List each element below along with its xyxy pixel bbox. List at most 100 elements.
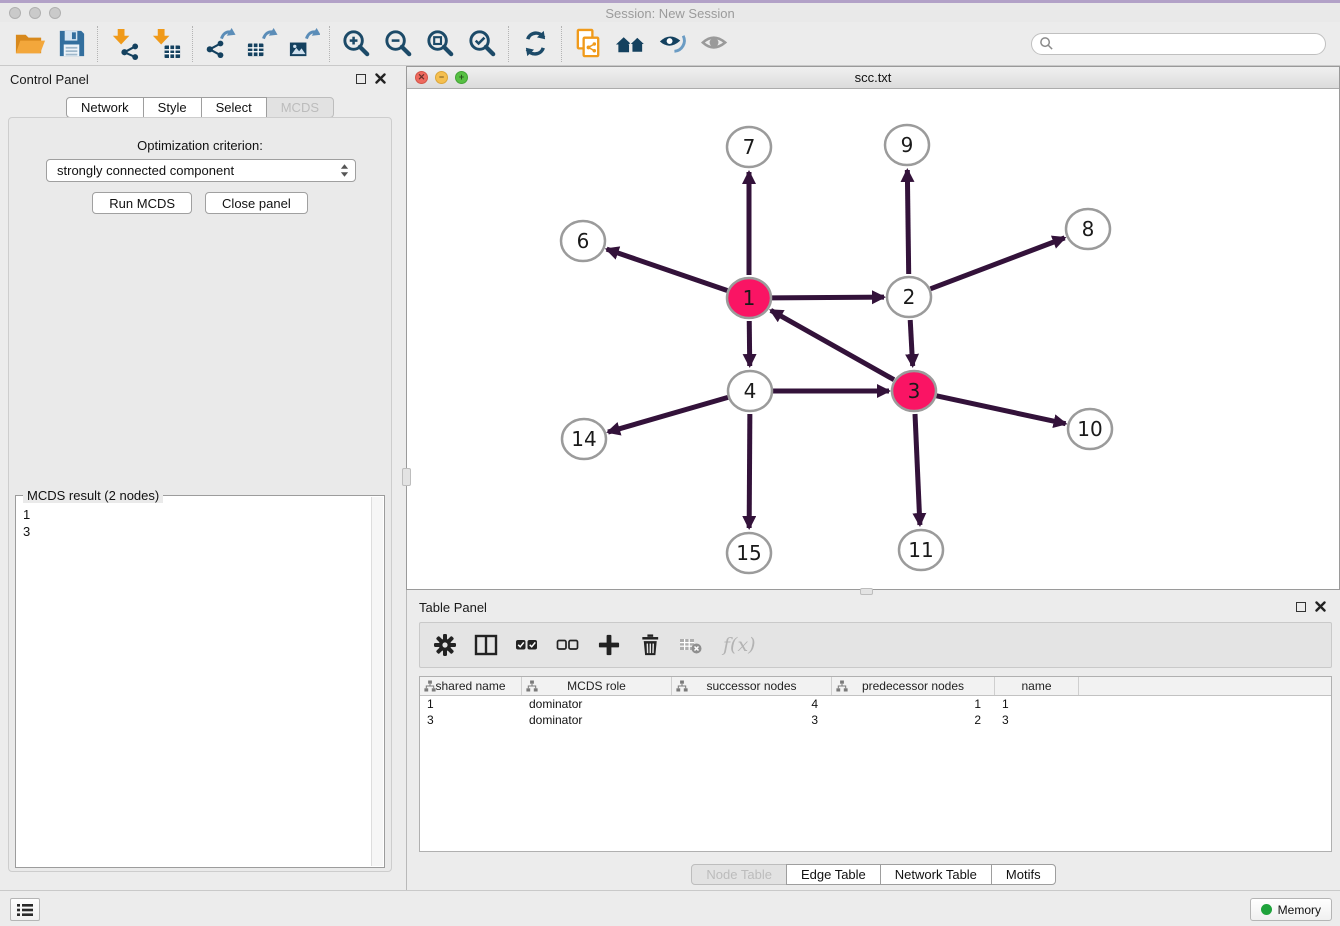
attribute-type-icon	[676, 680, 688, 692]
graph-edge-3-1[interactable]	[771, 310, 894, 379]
panel-divider-grip[interactable]	[402, 468, 411, 486]
result-scrollbar[interactable]	[371, 497, 383, 866]
graph-edge-1-6[interactable]	[607, 249, 728, 290]
cell-name[interactable]: 1	[995, 697, 1079, 711]
create-column-button[interactable]	[596, 632, 622, 658]
export-table-button[interactable]	[240, 25, 282, 63]
clone-network-button[interactable]	[567, 25, 609, 63]
graph-node-3[interactable]: 3	[892, 371, 936, 411]
network-canvas[interactable]: 7 9 6 8 1 2 4 3 14 10 15 11	[407, 89, 1339, 589]
zoom-out-icon	[382, 27, 415, 60]
graph-edge-4-14[interactable]	[608, 397, 728, 432]
save-session-button[interactable]	[50, 25, 92, 63]
zoom-in-button[interactable]	[335, 25, 377, 63]
graph-edge-3-10[interactable]	[936, 396, 1065, 424]
export-table-icon	[245, 27, 278, 60]
cell-predecessor-nodes[interactable]: 2	[832, 713, 995, 727]
close-panel-icon[interactable]	[375, 73, 386, 84]
graph-node-6[interactable]: 6	[561, 221, 605, 261]
cell-mcds-role[interactable]: dominator	[522, 713, 672, 727]
search-input[interactable]	[1031, 33, 1326, 55]
tab-mcds[interactable]: MCDS	[266, 97, 334, 118]
toolbar-separator	[192, 26, 193, 62]
zoom-selected-button[interactable]	[461, 25, 503, 63]
cell-predecessor-nodes[interactable]: 1	[832, 697, 995, 711]
graph-edge-4-15[interactable]	[749, 414, 750, 528]
show-graphics-details-button[interactable]	[693, 25, 735, 63]
svg-text:8: 8	[1082, 217, 1095, 241]
svg-text:6: 6	[577, 229, 590, 253]
column-header-mcds-role[interactable]: MCDS role	[522, 677, 672, 695]
graph-node-9[interactable]: 9	[885, 125, 929, 165]
tab-style[interactable]: Style	[143, 97, 202, 118]
import-network-button[interactable]	[103, 25, 145, 63]
export-network-button[interactable]	[198, 25, 240, 63]
network-window-title: scc.txt	[407, 70, 1339, 85]
run-mcds-button[interactable]: Run MCDS	[92, 192, 192, 214]
eye-slash-icon	[656, 27, 689, 60]
graph-node-4[interactable]: 4	[728, 371, 772, 411]
graph-node-7[interactable]: 7	[727, 127, 771, 167]
cell-mcds-role[interactable]: dominator	[522, 697, 672, 711]
tab-motifs[interactable]: Motifs	[991, 864, 1056, 885]
cell-successor-nodes[interactable]: 3	[672, 713, 832, 727]
mcds-panel: Optimization criterion: strongly connect…	[8, 117, 392, 872]
delete-column-button[interactable]	[637, 632, 663, 658]
optimization-criterion-select[interactable]: strongly connected component	[46, 159, 356, 182]
cell-shared-name[interactable]: 3	[420, 713, 522, 727]
table-settings-button[interactable]	[432, 632, 458, 658]
close-panel-button[interactable]: Close panel	[205, 192, 308, 214]
task-history-button[interactable]	[10, 898, 40, 921]
memory-button[interactable]: Memory	[1250, 898, 1332, 921]
float-panel-icon[interactable]	[1296, 602, 1306, 612]
zoom-out-button[interactable]	[377, 25, 419, 63]
houses-icon	[614, 27, 647, 60]
import-table-button[interactable]	[145, 25, 187, 63]
graph-edge-2-3[interactable]	[910, 320, 912, 366]
graph-node-15[interactable]: 15	[727, 533, 771, 573]
apply-layout-button[interactable]	[514, 25, 556, 63]
tab-network-table[interactable]: Network Table	[880, 864, 992, 885]
panel-divider-grip[interactable]	[860, 588, 873, 595]
open-session-button[interactable]	[8, 25, 50, 63]
network-view-window: ✕−+ scc.txt 7 9 6 8 1 2 4 3 14 10 15 11	[406, 66, 1340, 590]
float-panel-icon[interactable]	[356, 74, 366, 84]
network-window-titlebar[interactable]: ✕−+ scc.txt	[407, 67, 1339, 89]
cell-shared-name[interactable]: 1	[420, 697, 522, 711]
graph-edge-1-2[interactable]	[772, 297, 884, 298]
table-row[interactable]: 1dominator411	[420, 696, 1331, 712]
tab-edge-table[interactable]: Edge Table	[786, 864, 881, 885]
table-row[interactable]: 3dominator323	[420, 712, 1331, 728]
show-column-button[interactable]	[473, 632, 499, 658]
function-builder-button[interactable]: f(x)	[719, 634, 756, 656]
delete-table-button[interactable]	[678, 632, 704, 658]
network-overview-button[interactable]	[609, 25, 651, 63]
column-header-name[interactable]: name	[995, 677, 1079, 695]
graph-node-10[interactable]: 10	[1068, 409, 1112, 449]
cell-successor-nodes[interactable]: 4	[672, 697, 832, 711]
graph-edge-2-9[interactable]	[907, 170, 908, 274]
column-header-successor-nodes[interactable]: successor nodes	[672, 677, 832, 695]
graph-node-1[interactable]: 1	[727, 278, 771, 318]
optimization-criterion-label: Optimization criterion:	[9, 138, 391, 153]
graph-node-8[interactable]: 8	[1066, 209, 1110, 249]
graph-node-11[interactable]: 11	[899, 530, 943, 570]
graph-edge-2-8[interactable]	[931, 238, 1065, 289]
export-image-button[interactable]	[282, 25, 324, 63]
column-header-shared-name[interactable]: shared name	[420, 677, 522, 695]
graph-edge-3-11[interactable]	[915, 414, 920, 525]
export-network-icon	[203, 27, 236, 60]
close-panel-icon[interactable]	[1315, 601, 1326, 612]
tab-select[interactable]: Select	[201, 97, 267, 118]
zoom-fit-button[interactable]	[419, 25, 461, 63]
cell-name[interactable]: 3	[995, 713, 1079, 727]
mcds-result-node: 1	[23, 506, 384, 523]
hide-graphics-details-button[interactable]	[651, 25, 693, 63]
tab-network[interactable]: Network	[66, 97, 144, 118]
deselect-all-columns-button[interactable]	[555, 632, 581, 658]
tab-node-table[interactable]: Node Table	[691, 864, 787, 885]
graph-node-2[interactable]: 2	[887, 277, 931, 317]
column-header-predecessor-nodes[interactable]: predecessor nodes	[832, 677, 995, 695]
graph-node-14[interactable]: 14	[562, 419, 606, 459]
select-all-columns-button[interactable]	[514, 632, 540, 658]
